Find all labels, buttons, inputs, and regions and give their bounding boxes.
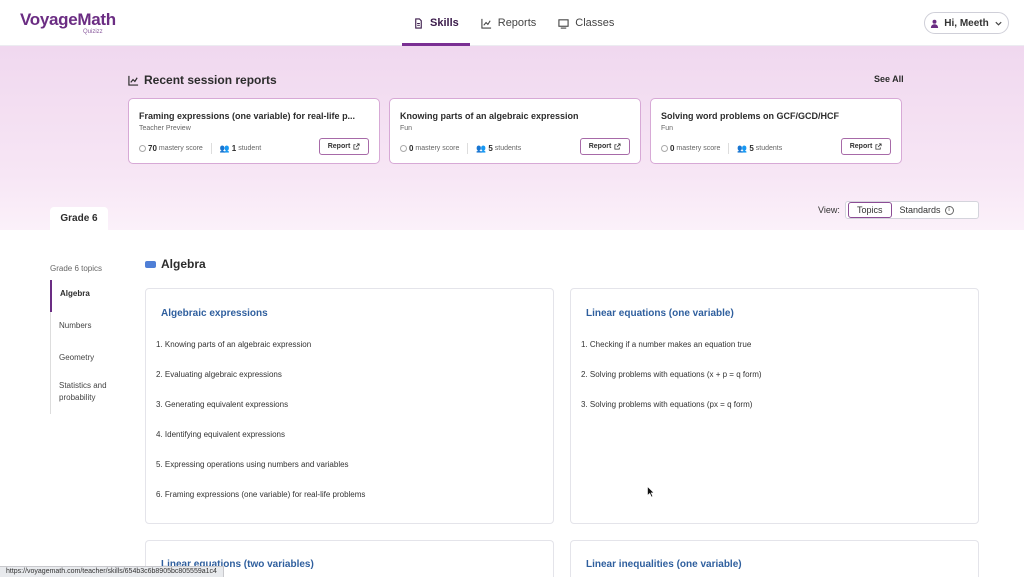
view-topics-label: Topics (857, 205, 883, 215)
line-chart-icon (481, 18, 491, 29)
mastery-icon (661, 145, 668, 152)
skill-item[interactable]: 4. Identifying equivalent expressions (156, 430, 285, 439)
topic-card: Algebraic expressions 1. Knowing parts o… (145, 288, 554, 524)
logo-subtext: Quizizz (83, 29, 103, 35)
students-icon: 👥 (219, 144, 230, 153)
sidebar-item-statistics[interactable]: Statistics and probability (51, 376, 130, 414)
students-label: students (755, 145, 783, 152)
topics-sidebar: Algebra Numbers Geometry Statistics and … (50, 280, 130, 414)
skill-item[interactable]: 6. Framing expressions (one variable) fo… (156, 490, 365, 499)
algebra-tag-icon (145, 260, 156, 268)
line-chart-icon (128, 75, 139, 86)
skill-item[interactable]: 1. Knowing parts of an algebraic express… (156, 340, 311, 349)
students-label: students (494, 145, 522, 152)
session-type: Teacher Preview (139, 125, 191, 132)
divider (728, 143, 730, 154)
divider (210, 143, 212, 154)
user-icon (931, 19, 939, 28)
section-title: Algebra (161, 257, 206, 271)
student-count: 5 (488, 144, 493, 153)
view-label: View: (818, 205, 840, 215)
classroom-icon (558, 18, 569, 29)
mastery-label: mastery score (676, 145, 721, 152)
session-stats: 0 mastery score 👥 5 students (400, 143, 521, 154)
user-greeting: Hi, Meeth (944, 17, 989, 29)
main-tabs: Skills Reports Classes (402, 0, 625, 46)
session-type: Fun (400, 125, 413, 132)
topic-title[interactable]: Linear inequalities (one variable) (586, 559, 742, 570)
user-menu-button[interactable]: Hi, Meeth (924, 12, 1009, 34)
skill-item[interactable]: 2. Solving problems with equations (x + … (581, 370, 762, 379)
view-standards-button[interactable]: Standards i (892, 202, 962, 218)
top-navigation-bar: VoyageMath Quizizz Skills Reports Classe… (0, 0, 1024, 46)
view-topics-button[interactable]: Topics (848, 202, 892, 218)
tab-skills-label: Skills (430, 17, 459, 29)
session-stats: 70 mastery score 👥 1 student (139, 143, 261, 154)
topic-title[interactable]: Algebraic expressions (161, 308, 268, 319)
chevron-down-icon (995, 21, 1002, 26)
report-button[interactable]: Report (580, 138, 630, 155)
info-icon[interactable]: i (944, 205, 954, 215)
student-count: 5 (749, 144, 754, 153)
topic-title[interactable]: Linear equations (one variable) (586, 308, 734, 319)
session-report-card[interactable]: Knowing parts of an algebraic expression… (389, 98, 641, 164)
session-report-card[interactable]: Solving word problems on GCF/GCD/HCF Fun… (650, 98, 902, 164)
students-icon: 👥 (737, 144, 748, 153)
session-title: Solving word problems on GCF/GCD/HCF (661, 111, 840, 121)
document-icon (415, 17, 422, 29)
session-report-card[interactable]: Framing expressions (one variable) for r… (128, 98, 380, 164)
report-button[interactable]: Report (841, 138, 891, 155)
mastery-score: 0 (670, 144, 675, 153)
mastery-label: mastery score (415, 145, 460, 152)
app-logo[interactable]: VoyageMath Quizizz (20, 10, 116, 35)
report-button-label: Report (327, 143, 351, 150)
see-all-link[interactable]: See All (874, 74, 904, 84)
skill-item[interactable]: 3. Solving problems with equations (px =… (581, 400, 752, 409)
report-button[interactable]: Report (319, 138, 369, 155)
external-link-icon (353, 143, 360, 150)
skill-item[interactable]: 3. Generating equivalent expressions (156, 400, 288, 409)
students-label: student (238, 145, 262, 152)
topic-card: Linear inequalities (one variable) (570, 540, 979, 577)
view-toggle: Topics Standards i (845, 201, 979, 219)
skill-item[interactable]: 5. Expressing operations using numbers a… (156, 460, 349, 469)
mastery-score: 70 (148, 144, 157, 153)
mouse-cursor-icon (647, 486, 655, 498)
topic-card: Linear equations (one variable) 1. Check… (570, 288, 979, 524)
tab-classes[interactable]: Classes (547, 0, 625, 46)
sidebar-item-algebra[interactable]: Algebra (50, 280, 130, 312)
grade-tab[interactable]: Grade 6 (50, 207, 108, 230)
student-count: 1 (231, 144, 237, 153)
tab-reports[interactable]: Reports (470, 0, 548, 46)
session-title: Knowing parts of an algebraic expression (400, 111, 579, 121)
status-bar-url: https://voyagemath.com/teacher/skills/65… (0, 566, 224, 577)
tab-skills[interactable]: Skills (402, 0, 470, 46)
logo-text: VoyageMath (20, 10, 116, 29)
view-standards-label: Standards (899, 205, 941, 215)
recent-reports-title: Recent session reports (144, 73, 277, 87)
session-stats: 0 mastery score 👥 5 students (661, 143, 782, 154)
students-icon: 👥 (476, 144, 487, 153)
mastery-icon (139, 145, 146, 152)
mastery-icon (400, 145, 407, 152)
divider (467, 143, 469, 154)
report-button-label: Report (588, 143, 612, 150)
report-button-label: Report (849, 143, 873, 150)
mastery-label: mastery score (158, 145, 203, 152)
sidebar-item-numbers[interactable]: Numbers (51, 312, 130, 344)
session-title: Framing expressions (one variable) for r… (139, 111, 356, 121)
tab-reports-label: Reports (497, 17, 537, 29)
sidebar-item-geometry[interactable]: Geometry (51, 344, 130, 376)
mastery-score: 0 (409, 144, 414, 153)
skill-item[interactable]: 1. Checking if a number makes an equatio… (581, 340, 751, 349)
session-type: Fun (661, 125, 674, 132)
tab-classes-label: Classes (575, 17, 615, 29)
external-link-icon (614, 143, 621, 150)
section-heading: Algebra (145, 257, 206, 271)
recent-reports-heading: Recent session reports (128, 73, 277, 87)
skill-item[interactable]: 2. Evaluating algebraic expressions (156, 370, 282, 379)
topics-heading: Grade 6 topics (50, 264, 103, 273)
external-link-icon (875, 143, 882, 150)
